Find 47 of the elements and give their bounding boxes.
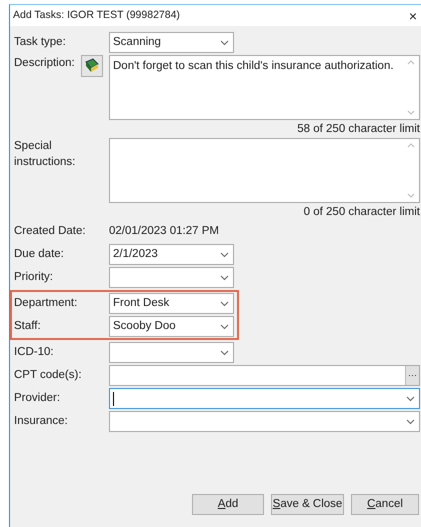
window-title: Add Tasks: IGOR TEST (99982784): [13, 8, 180, 23]
scroll-up-icon[interactable]: [407, 143, 415, 148]
close-button[interactable]: ×: [406, 8, 419, 22]
field-label: ICD-10:: [14, 345, 55, 360]
dialog-button[interactable]: Save & Close: [271, 494, 344, 515]
field-label: Special instructions:: [14, 139, 76, 170]
dropdown-field[interactable]: [109, 342, 234, 363]
text-area[interactable]: [109, 138, 420, 203]
dialog-button[interactable]: Cancel: [351, 494, 419, 515]
field-label: Staff:: [14, 319, 42, 334]
field-label: Insurance:: [14, 414, 69, 429]
scroll-down-icon[interactable]: [407, 110, 415, 115]
chevron-down-icon: [220, 324, 229, 330]
scroll-down-icon[interactable]: [407, 193, 415, 198]
dropdown-field[interactable]: [109, 267, 234, 288]
dialog-button[interactable]: Add: [192, 494, 264, 515]
created-date-value: 02/01/2023 01:27 PM: [109, 224, 219, 239]
chevron-down-icon: [406, 396, 415, 402]
dropdown-field[interactable]: Scanning: [109, 32, 234, 53]
dropdown-field[interactable]: 2/1/2023: [109, 244, 234, 265]
scroll-up-icon[interactable]: [407, 60, 415, 65]
field-label: Due date:: [14, 247, 65, 262]
field-label: Created Date:: [14, 224, 87, 239]
book-button[interactable]: [81, 55, 103, 77]
field-label: Task type:: [14, 35, 67, 50]
dropdown-field[interactable]: [109, 388, 420, 409]
text-field[interactable]: ···: [109, 365, 420, 386]
character-counter: 0 of 250 character limit: [302, 205, 420, 219]
browse-button[interactable]: ···: [405, 366, 419, 385]
field-label: Department:: [14, 296, 78, 311]
chevron-down-icon: [406, 418, 415, 424]
chevron-down-icon: [220, 252, 229, 258]
chevron-down-icon: [220, 300, 229, 306]
text-area[interactable]: Don't forget to scan this child's insurance authorization.: [109, 55, 420, 120]
character-counter: 58 of 250 character limit: [296, 122, 420, 136]
dropdown-field[interactable]: [109, 411, 420, 432]
field-label: CPT code(s):: [14, 368, 83, 383]
text-cursor: [113, 392, 114, 406]
dropdown-field[interactable]: Front Desk: [109, 293, 234, 314]
chevron-down-icon: [220, 274, 229, 280]
field-label: Provider:: [14, 391, 62, 406]
dropdown-field[interactable]: Scooby Doo: [109, 316, 234, 337]
chevron-down-icon: [220, 40, 229, 46]
book-icon: [84, 58, 100, 74]
chevron-down-icon: [220, 350, 229, 356]
field-label: Description:: [14, 56, 76, 71]
field-label: Priority:: [14, 270, 54, 285]
